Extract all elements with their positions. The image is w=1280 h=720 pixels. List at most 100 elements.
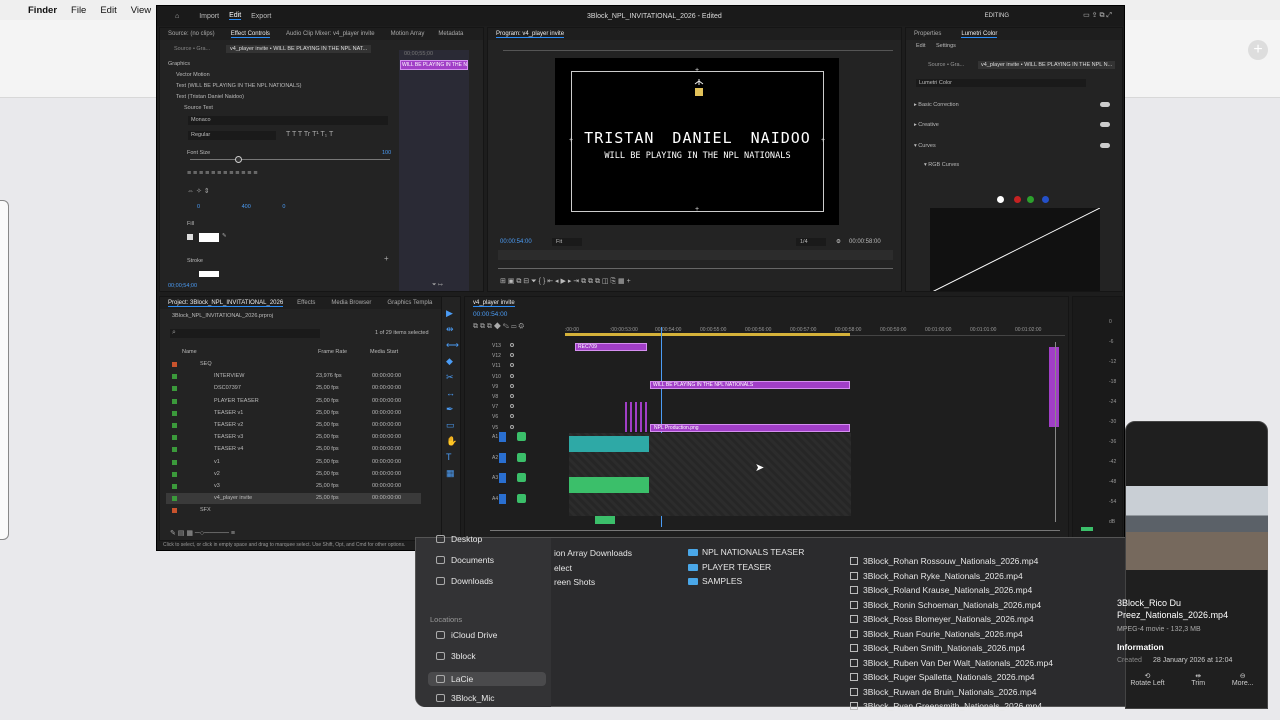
location-item[interactable]: iCloud Drive xyxy=(436,630,497,640)
file-row[interactable]: 3Block_Roland Krause_Nationals_2026.mp4 xyxy=(850,585,1032,595)
project-footer-icons[interactable]: ✎ ▤ ▦ ─○───── ≡ xyxy=(170,529,235,537)
track-target[interactable] xyxy=(499,452,506,463)
folder-row[interactable]: PLAYER TEASER xyxy=(688,562,771,572)
sidebar-item[interactable]: Desktop xyxy=(436,534,482,544)
track-target[interactable] xyxy=(499,432,506,442)
curve-red-dot[interactable] xyxy=(1014,196,1021,203)
value-3[interactable]: 0 xyxy=(282,204,285,210)
tab-sequence[interactable]: v4_player invite xyxy=(473,300,515,307)
fill-checkbox[interactable] xyxy=(187,234,193,240)
ec-vector-motion[interactable]: Vector Motion xyxy=(176,72,210,78)
lumetri-edit-tab[interactable]: Edit xyxy=(916,43,925,49)
project-search-input[interactable]: ⌕ xyxy=(170,329,320,338)
mute-button[interactable] xyxy=(517,473,526,482)
file-row[interactable]: 3Block_Ronin Schoeman_Nationals_2026.mp4 xyxy=(850,600,1041,610)
tab-lumetri[interactable]: Lumetri Color xyxy=(961,31,998,38)
location-item[interactable]: 3Block_Mic xyxy=(436,693,494,703)
video-thumbnail[interactable] xyxy=(1126,486,1268,570)
vertical-scroll[interactable] xyxy=(1055,342,1056,522)
eye-icon[interactable] xyxy=(510,404,514,409)
track-label[interactable]: V6 xyxy=(492,414,498,420)
fill-swatch[interactable] xyxy=(199,233,219,242)
mute-button[interactable] xyxy=(517,452,526,462)
rgb-curves[interactable]: ▾ RGB Curves xyxy=(924,162,959,168)
tab-motion-array[interactable]: Motion Array xyxy=(391,31,425,37)
clip-a4[interactable] xyxy=(595,516,615,524)
creative[interactable]: ▸ Creative xyxy=(914,122,939,128)
file-row[interactable]: 3Block_Ruwan de Bruin_Nationals_2026.mp4 xyxy=(850,687,1036,697)
track-label[interactable]: A4 xyxy=(492,496,498,502)
value-2[interactable]: 400 xyxy=(242,204,251,210)
eye-icon[interactable] xyxy=(510,383,514,388)
project-row[interactable]: v2 25,00 fps 00:00:00:00 xyxy=(166,469,421,480)
menu-file[interactable]: File xyxy=(71,5,86,16)
project-row[interactable]: v4_player invite 25,00 fps 00:00:00:00 xyxy=(166,493,421,505)
eye-icon[interactable] xyxy=(510,373,514,378)
alignment-icons[interactable]: ≡ ≡ ≡ ≡ ≡ ≡ ≡ ≡ ≡ ≡ ≡ ≡ xyxy=(187,170,257,177)
col-media-start[interactable]: Media Start xyxy=(370,349,398,355)
style-dropdown[interactable]: Regular xyxy=(188,131,276,140)
lumetri-preset-dropdown[interactable]: Lumetri Color xyxy=(916,79,1086,87)
edit-tab[interactable]: Edit xyxy=(229,12,242,20)
program-video[interactable]: TRISTAN DANIEL NAIDOO WILL BE PLAYING IN… xyxy=(555,58,839,225)
file-row[interactable]: 3Block_Rohan Rossouw_Nationals_2026.mp4 xyxy=(850,556,1038,566)
fit-dropdown[interactable]: Fit xyxy=(552,238,582,246)
eye-icon[interactable] xyxy=(510,414,514,419)
clip-a3[interactable] xyxy=(569,477,649,493)
project-row[interactable]: INTERVIEW 23,976 fps 00:00:00:00 xyxy=(166,371,421,382)
col-frame-rate[interactable]: Frame Rate xyxy=(318,349,347,355)
lumetri-source[interactable]: Source • Gra... xyxy=(928,62,964,68)
import-tab[interactable]: Import xyxy=(199,13,219,20)
track-label[interactable]: A1 xyxy=(492,434,498,440)
track-label[interactable]: A2 xyxy=(492,455,498,461)
program-scrub-bar[interactable] xyxy=(498,250,893,260)
track-label[interactable]: V9 xyxy=(492,384,498,390)
tab-graphics-templates[interactable]: Graphics Templa xyxy=(387,300,432,306)
tracking-icon[interactable]: ⇔ ✧ ⇕ xyxy=(187,187,210,195)
file-row[interactable]: 3Block_Ryan Greensmith_Nationals_2026.mp… xyxy=(850,701,1042,711)
tab-effects[interactable]: Effects xyxy=(297,300,315,306)
eyedropper-icon[interactable]: ✎ xyxy=(222,233,227,239)
project-row[interactable]: v1 25,00 fps 00:00:00:00 xyxy=(166,457,421,468)
trim-button[interactable]: ⇹ Trim xyxy=(1191,672,1205,687)
timeline-tool-icons[interactable]: ⧉ ⧉ ⧉ ◆ ✎ ▭ ⚙ xyxy=(473,323,524,331)
tab-program[interactable]: Program: v4_player invite xyxy=(496,31,565,38)
project-row[interactable]: DSC07397 25,00 fps 00:00:00:00 xyxy=(166,383,421,394)
location-item[interactable]: 3block xyxy=(436,651,476,661)
transport-controls[interactable]: ⊞ ▣ ⧉ ⊟ ⏷ { } ⇤ ◂ ▶ ▸ ⇥ ⧉ ⧉ ⧉ ◫ ⎘ ▦ + xyxy=(500,277,631,286)
tool-icons[interactable]: ▶ ⇹ ⟷ ◆ ✂ ↔ ✒ ▭ ✋ T ▦ xyxy=(446,305,459,481)
clip-will-be-playing[interactable]: WILL BE PLAYING IN THE NPL NATIONALS xyxy=(650,381,850,389)
tab-metadata[interactable]: Metadata xyxy=(438,31,463,37)
curve-green-dot[interactable] xyxy=(1027,196,1034,203)
project-row[interactable]: PLAYER TEASER 25,00 fps 00:00:00:00 xyxy=(166,396,421,407)
add-icon[interactable]: + xyxy=(384,254,389,263)
mute-button[interactable] xyxy=(517,432,526,441)
curves-toggle[interactable] xyxy=(1100,143,1110,148)
file-row[interactable]: 3Block_Ruger Spalletta_Nationals_2026.mp… xyxy=(850,672,1035,682)
ec-source[interactable]: Source • Gra... xyxy=(174,46,210,52)
workspace-label[interactable]: EDITING xyxy=(985,13,1009,19)
ec-text2[interactable]: Text (Tristan Daniel Naidoo) xyxy=(176,94,244,100)
project-row[interactable]: TEASER v2 25,00 fps 00:00:00:00 xyxy=(166,420,421,431)
curves-graph[interactable] xyxy=(930,207,1101,291)
export-tab[interactable]: Export xyxy=(251,13,271,20)
track-label[interactable]: V5 xyxy=(492,425,498,431)
ec-clip[interactable]: v4_player invite • WILL BE PLAYING IN TH… xyxy=(226,45,372,53)
track-label[interactable]: V11 xyxy=(492,363,501,369)
project-row[interactable]: TEASER v1 25,00 fps 00:00:00:00 xyxy=(166,408,421,419)
eye-icon[interactable] xyxy=(510,343,514,347)
location-item[interactable]: LaCie xyxy=(428,672,546,686)
add-icon[interactable]: + xyxy=(1248,40,1268,60)
wrench-icon[interactable]: ⚙ xyxy=(836,239,841,245)
project-row[interactable]: v3 25,00 fps 00:00:00:00 xyxy=(166,481,421,492)
folder-row[interactable]: ion Array Downloads xyxy=(554,548,632,558)
clip-stack[interactable] xyxy=(625,402,650,432)
font-dropdown[interactable]: Monaco xyxy=(188,116,388,125)
track-label[interactable]: V8 xyxy=(492,394,498,400)
ec-text1[interactable]: Text (WILL BE PLAYING IN THE NPL NATIONA… xyxy=(176,83,302,89)
rotate-left-button[interactable]: ⟲ Rotate Left xyxy=(1130,672,1164,687)
file-row[interactable]: 3Block_Ruan Fourie_Nationals_2026.mp4 xyxy=(850,629,1023,639)
file-row[interactable]: 3Block_Ruben Van Der Walt_Nationals_2026… xyxy=(850,658,1053,668)
tab-source[interactable]: Source: (no clips) xyxy=(168,31,215,37)
text-style-icons[interactable]: T T T Tr T¹ T₁ T xyxy=(286,131,333,138)
